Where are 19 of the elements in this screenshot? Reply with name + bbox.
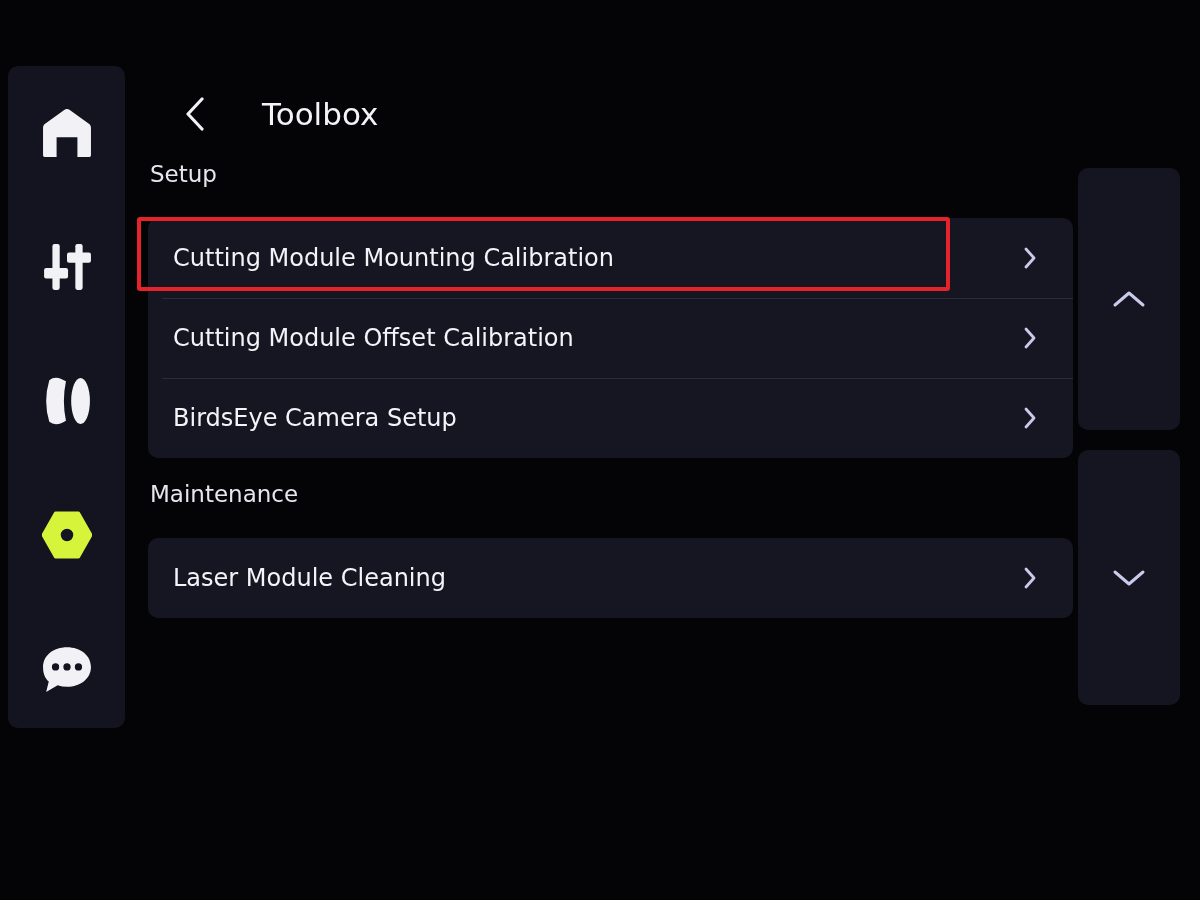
home-icon[interactable]	[41, 108, 92, 158]
menu-item[interactable]: Cutting Module Offset Calibration	[148, 298, 1073, 378]
chevron-right-icon	[1023, 406, 1037, 430]
menu-item[interactable]: Laser Module Cleaning	[148, 538, 1073, 618]
chevron-down-icon	[1112, 568, 1146, 587]
page-title: Toolbox	[262, 95, 379, 134]
chevron-right-icon	[1023, 566, 1037, 590]
chevron-right-icon	[1023, 246, 1037, 270]
chat-icon[interactable]	[41, 644, 92, 694]
hex-nut-icon[interactable]	[41, 510, 92, 560]
sliders-icon[interactable]	[41, 242, 92, 292]
menu-item[interactable]: BirdsEye Camera Setup	[148, 378, 1073, 458]
menu-item[interactable]: Cutting Module Mounting Calibration	[148, 218, 1073, 298]
chevron-right-icon	[1023, 326, 1037, 350]
section-heading: Setup	[150, 160, 217, 189]
back-icon	[185, 97, 205, 131]
chevron-up-icon	[1112, 290, 1146, 308]
section-heading: Maintenance	[150, 480, 299, 509]
back-button[interactable]	[184, 96, 206, 132]
